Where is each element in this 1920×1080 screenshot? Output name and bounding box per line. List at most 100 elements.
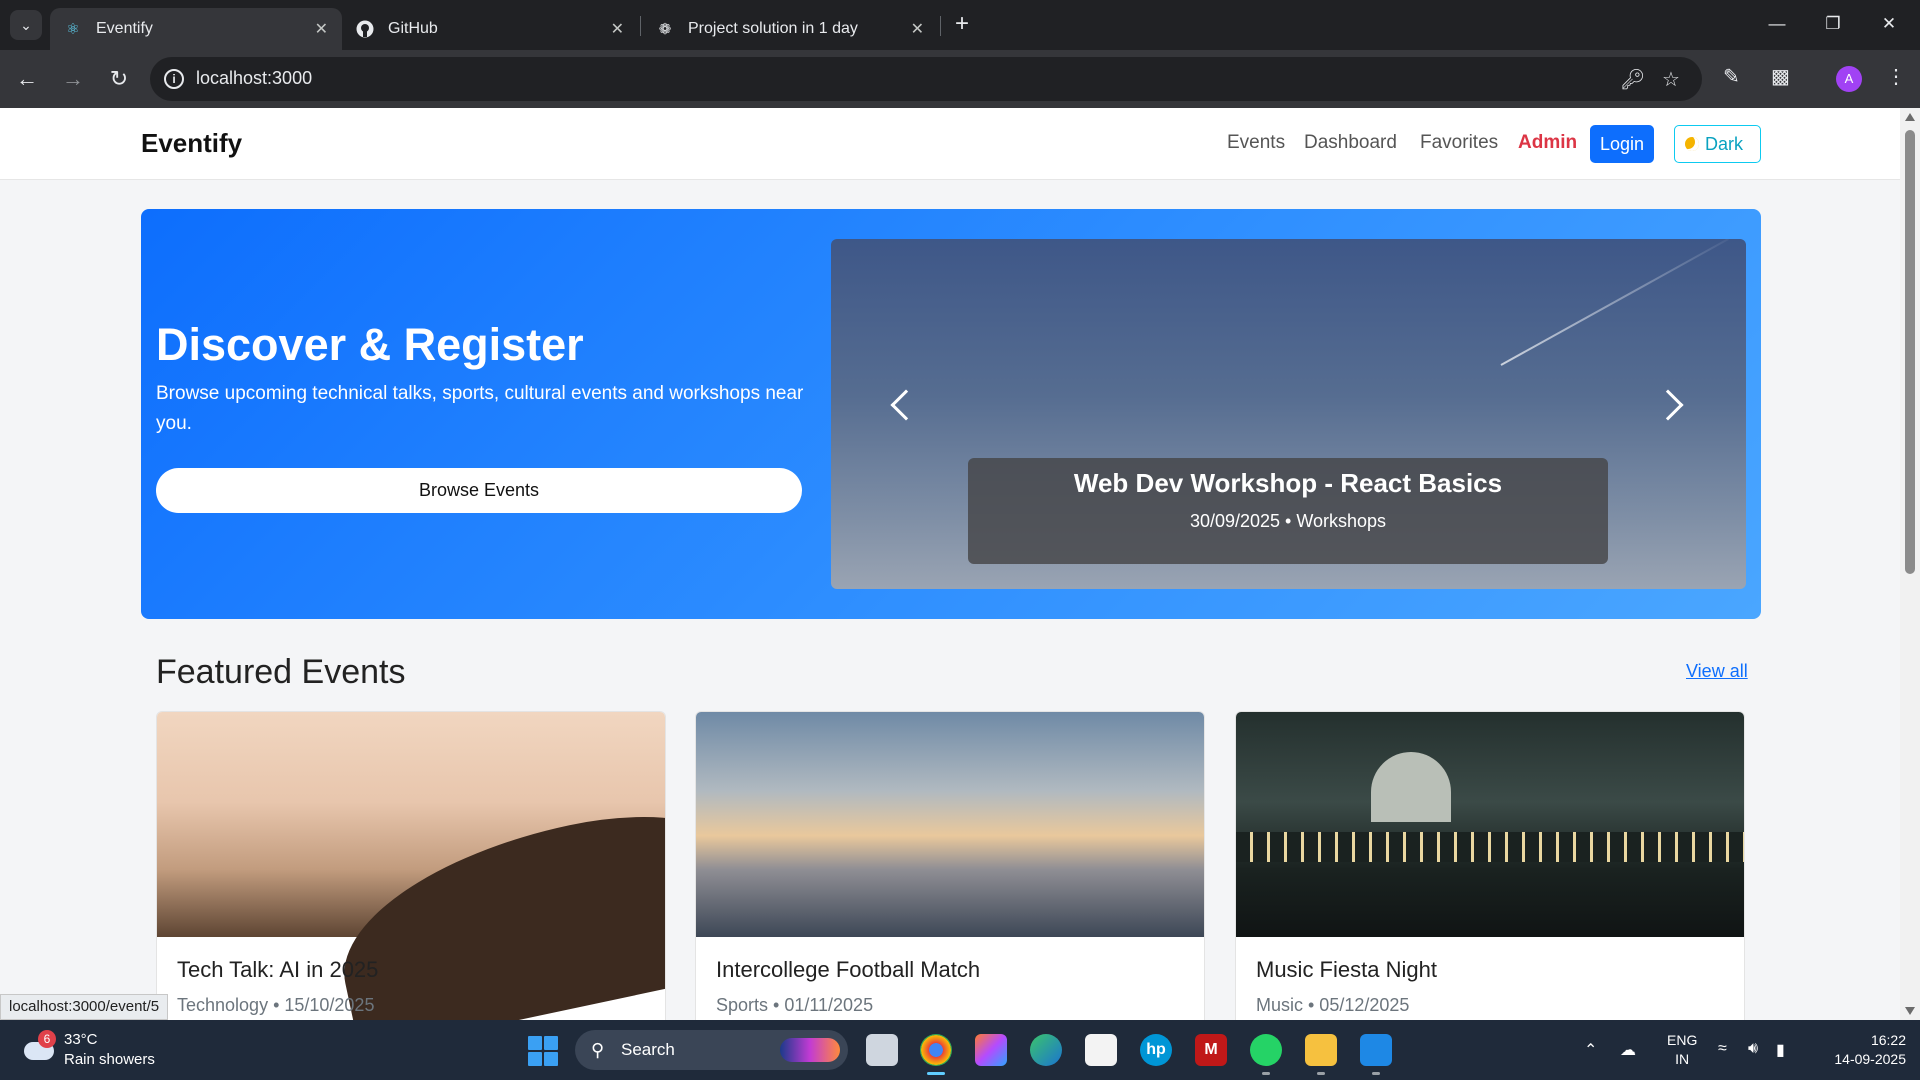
mcafee-icon[interactable]: M: [1195, 1034, 1227, 1066]
event-image: [157, 712, 665, 1020]
dark-mode-toggle[interactable]: Dark: [1674, 125, 1761, 163]
event-meta: Music • 05/12/2025: [1256, 995, 1410, 1015]
taskbar-search[interactable]: ⚲ Search: [575, 1030, 848, 1070]
tab-github[interactable]: GitHub ✕: [342, 8, 638, 50]
site-navbar: Eventify Events Dashboard Favorites Admi…: [0, 108, 1900, 180]
reload-button[interactable]: ↻: [104, 64, 134, 94]
scrollbar-thumb[interactable]: [1905, 130, 1915, 574]
nav-favorites[interactable]: Favorites: [1420, 132, 1498, 154]
event-title: Tech Talk: AI in 2025: [177, 957, 379, 982]
address-url[interactable]: localhost:3000: [196, 68, 312, 89]
back-button[interactable]: ←: [12, 64, 42, 94]
chevron-up-icon[interactable]: ⌃: [1584, 1040, 1597, 1060]
volume-icon[interactable]: 🔊︎: [1748, 1040, 1758, 1058]
event-card[interactable]: Tech Talk: AI in 2025 Technology • 15/10…: [156, 711, 666, 1020]
language-indicator[interactable]: ENG IN: [1667, 1031, 1697, 1069]
vscode-icon[interactable]: [1360, 1034, 1392, 1066]
view-all-link[interactable]: View all: [1686, 661, 1748, 682]
tab-separator: [940, 16, 941, 36]
carousel-event-title: Web Dev Workshop - React Basics: [1073, 468, 1503, 498]
tab-separator: [640, 16, 641, 36]
react-icon: ⚛: [66, 21, 80, 38]
carousel-next-icon[interactable]: [1652, 389, 1684, 421]
language-code: ENG: [1667, 1032, 1698, 1048]
copilot-icon[interactable]: [975, 1034, 1007, 1066]
onedrive-cloud-icon[interactable]: ☁: [1620, 1040, 1636, 1060]
event-title: Intercollege Football Match: [716, 957, 981, 982]
bookmark-star-icon[interactable]: ☆: [1662, 67, 1680, 92]
page-scrollbar[interactable]: [1900, 108, 1920, 1020]
carousel-event-meta: 30/09/2025 • Workshops: [1189, 511, 1387, 531]
carousel-image: [1500, 239, 1729, 366]
carousel-prev-icon[interactable]: [890, 389, 922, 421]
event-title: Music Fiesta Night: [1256, 957, 1437, 982]
carousel-caption[interactable]: Web Dev Workshop - React Basics 30/09/20…: [968, 458, 1608, 564]
start-button[interactable]: [528, 1036, 558, 1066]
scroll-up-icon[interactable]: [1905, 113, 1915, 121]
hp-icon[interactable]: hp: [1140, 1034, 1172, 1066]
region-code: IN: [1675, 1051, 1690, 1067]
wifi-icon[interactable]: ≈: [1718, 1040, 1727, 1058]
new-tab-button[interactable]: +: [948, 10, 976, 40]
nav-dashboard[interactable]: Dashboard: [1304, 132, 1397, 154]
weather-widget[interactable]: 33°C Rain showers: [64, 1030, 155, 1070]
active-app-indicator: [927, 1072, 945, 1075]
password-key-icon[interactable]: 🔑︎: [1620, 67, 1645, 92]
login-button[interactable]: Login: [1590, 125, 1654, 163]
tab-search-button[interactable]: ⌄: [10, 10, 42, 40]
github-icon: [356, 20, 374, 38]
running-app-indicator: [1262, 1072, 1270, 1075]
eyedropper-icon[interactable]: ✎: [1723, 64, 1740, 89]
close-icon[interactable]: ✕: [611, 19, 624, 39]
close-icon[interactable]: ✕: [315, 19, 328, 39]
browser-toolbar: ← → ↻ i localhost:3000 🔑︎ ☆: [0, 50, 1920, 108]
dark-mode-label: Dark: [1705, 134, 1744, 154]
close-window-button[interactable]: ✕: [1866, 6, 1912, 42]
minimize-button[interactable]: —: [1754, 6, 1800, 42]
nav-events[interactable]: Events: [1227, 132, 1285, 154]
extensions-icon[interactable]: ▩: [1771, 64, 1790, 89]
web-page: Eventify Events Dashboard Favorites Admi…: [0, 108, 1900, 1020]
address-bar[interactable]: i localhost:3000 🔑︎ ☆: [150, 57, 1702, 101]
battery-icon[interactable]: ▮: [1776, 1040, 1785, 1060]
weather-badge: 6: [38, 1030, 56, 1048]
edge-icon[interactable]: [1030, 1034, 1062, 1066]
browser-tab-bar: ⌄ ⚛ Eventify ✕ GitHub ✕ ❁ Project soluti…: [0, 0, 1920, 50]
tab-label: Project solution in 1 day: [688, 20, 858, 37]
profile-avatar[interactable]: A: [1836, 66, 1862, 92]
event-card[interactable]: Music Fiesta Night Music • 05/12/2025: [1235, 711, 1745, 1020]
scroll-down-icon[interactable]: [1905, 1007, 1915, 1015]
tab-label: Eventify: [96, 20, 153, 37]
weather-icon[interactable]: 6: [22, 1030, 56, 1062]
link-status-bar: localhost:3000/event/5: [0, 994, 169, 1020]
running-app-indicator: [1372, 1072, 1380, 1075]
moon-icon: [1685, 137, 1699, 151]
running-app-indicator: [1317, 1072, 1325, 1075]
hero-title: Discover & Register: [156, 319, 584, 370]
weather-desc: Rain showers: [64, 1051, 155, 1068]
event-meta: Technology • 15/10/2025: [177, 995, 375, 1015]
close-icon[interactable]: ✕: [911, 19, 924, 39]
chrome-icon[interactable]: [920, 1034, 952, 1066]
system-clock[interactable]: 16:22 14-09-2025: [1816, 1031, 1906, 1069]
nav-admin[interactable]: Admin: [1518, 132, 1577, 154]
task-view-icon[interactable]: [866, 1034, 898, 1066]
browse-events-button[interactable]: Browse Events: [156, 468, 802, 513]
restore-button[interactable]: ❐: [1810, 6, 1856, 42]
event-card[interactable]: Intercollege Football Match Sports • 01/…: [695, 711, 1205, 1020]
site-info-icon[interactable]: i: [164, 69, 184, 89]
whatsapp-icon[interactable]: [1250, 1034, 1282, 1066]
tab-chatgpt[interactable]: ❁ Project solution in 1 day ✕: [642, 8, 938, 50]
tab-eventify[interactable]: ⚛ Eventify ✕: [50, 8, 342, 50]
search-icon: ⚲: [591, 1040, 605, 1060]
windows-taskbar: 6 33°C Rain showers ⚲ Search hp M ⌃ ☁ EN…: [0, 1020, 1920, 1080]
hero-subtitle: Browse upcoming technical talks, sports,…: [156, 383, 804, 434]
event-carousel: Web Dev Workshop - React Basics 30/09/20…: [831, 239, 1746, 589]
forward-button[interactable]: →: [58, 64, 88, 94]
file-explorer-icon[interactable]: [1305, 1034, 1337, 1066]
menu-kebab-icon[interactable]: ⋮: [1886, 64, 1906, 89]
microsoft-store-icon[interactable]: [1085, 1034, 1117, 1066]
chatgpt-icon: ❁: [658, 21, 672, 38]
site-brand[interactable]: Eventify: [141, 128, 242, 159]
event-image: [1236, 712, 1744, 937]
